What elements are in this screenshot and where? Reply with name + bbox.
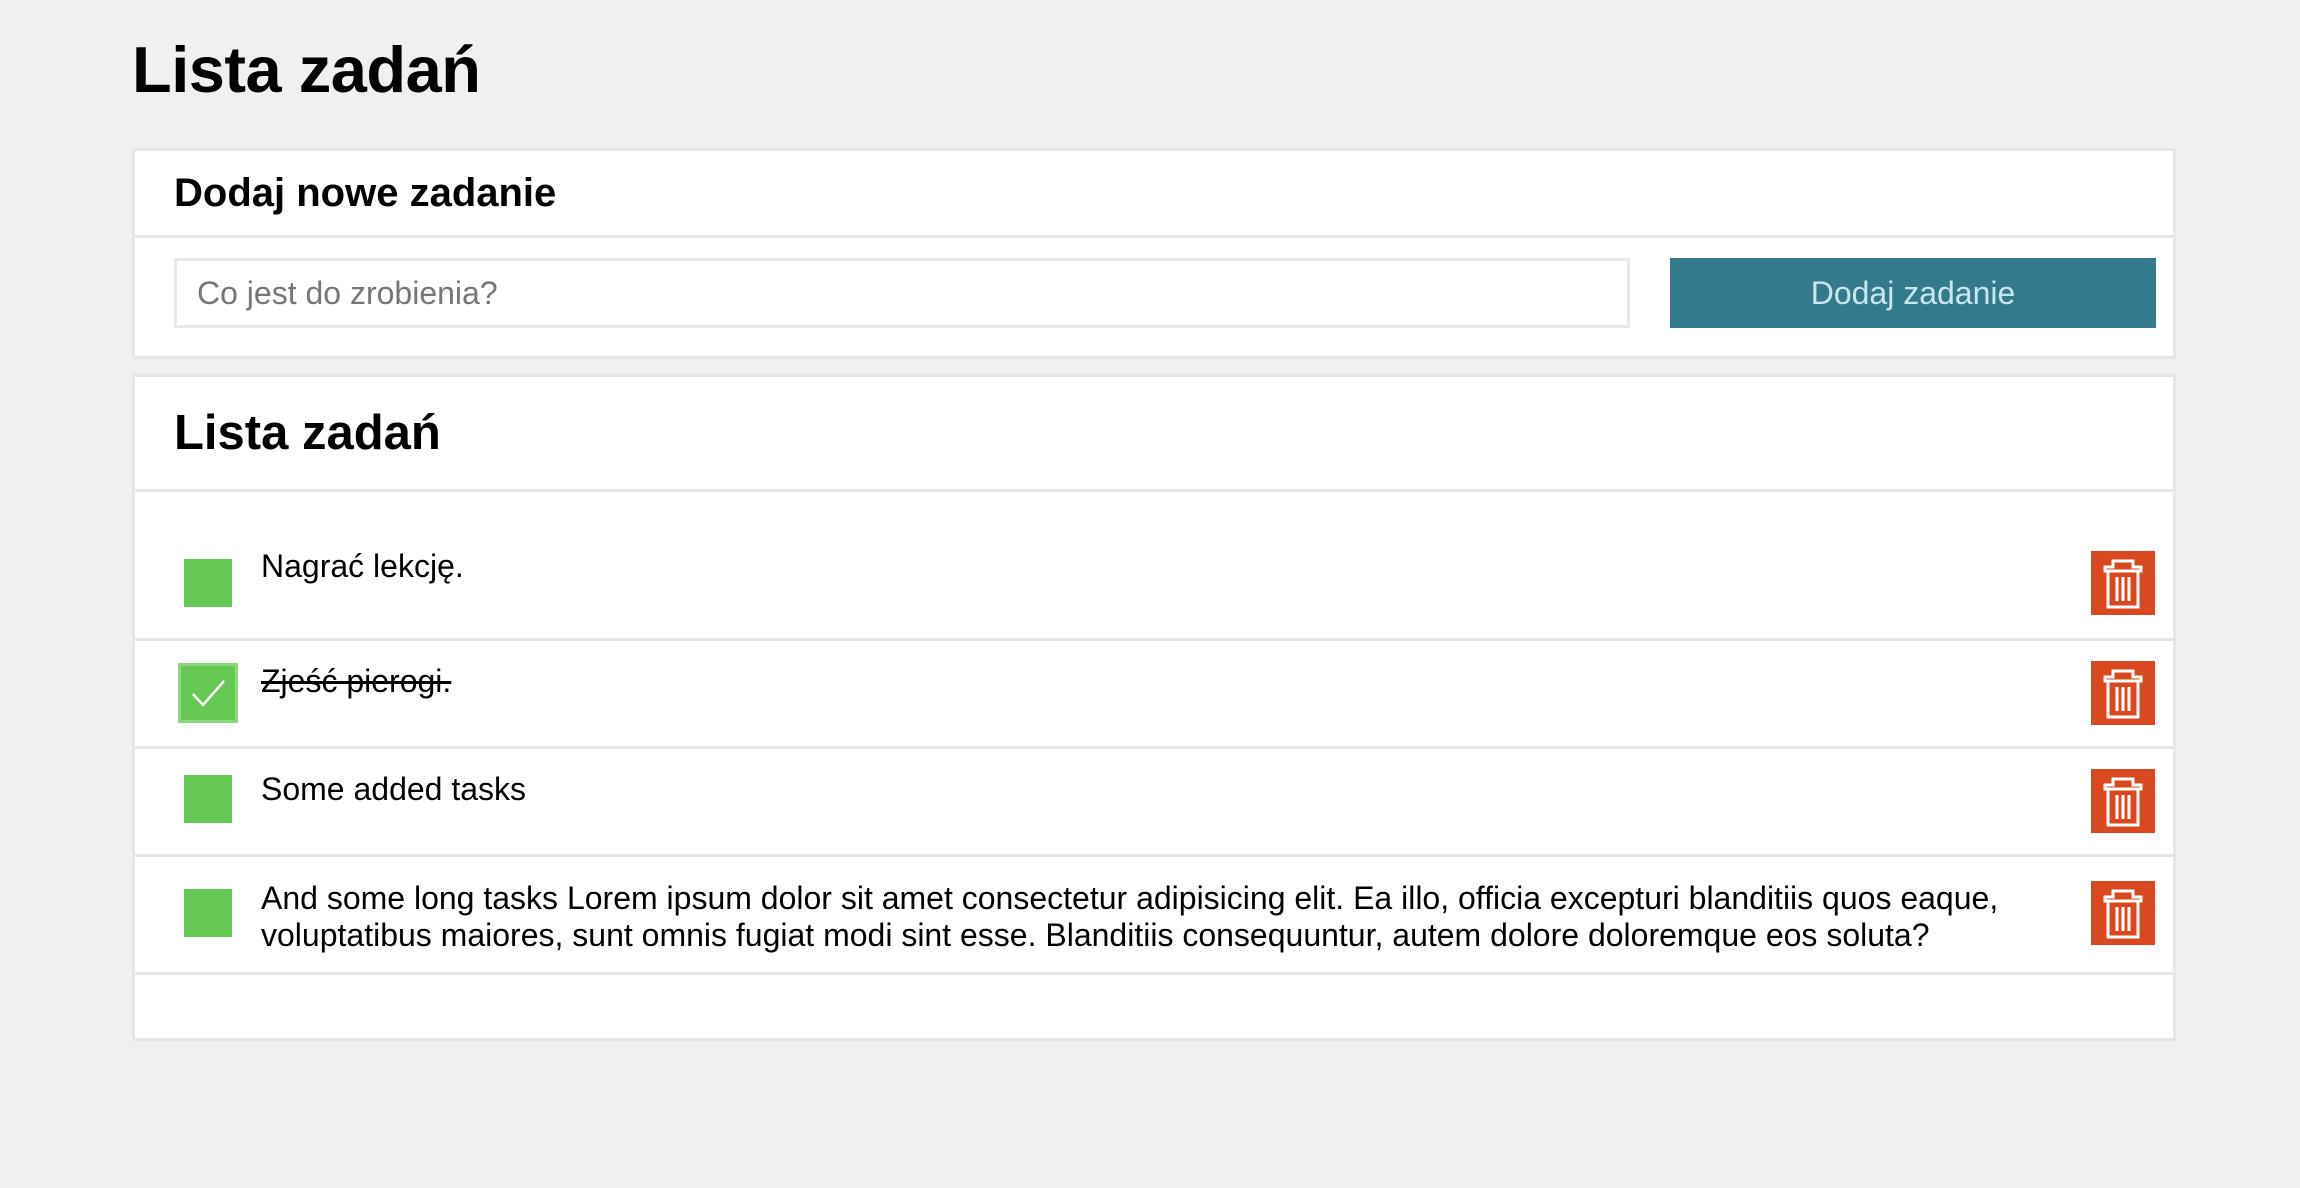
- task-item: And some long tasks Lorem ipsum dolor si…: [135, 857, 2173, 975]
- delete-task-button[interactable]: [2091, 769, 2155, 833]
- task-list-panel: Lista zadań Nagrać lekcję. Zjeść pierogi…: [132, 374, 2176, 1041]
- trash-icon: [2091, 769, 2155, 833]
- new-task-input[interactable]: [174, 258, 1630, 328]
- checkmark-icon: [181, 666, 235, 720]
- task-text: Some added tasks: [261, 771, 527, 807]
- task-checkbox[interactable]: [184, 775, 232, 823]
- app-container: Lista zadań Dodaj nowe zadanie Dodaj zad…: [132, 0, 2176, 1041]
- add-task-heading: Dodaj nowe zadanie: [174, 170, 557, 215]
- trash-icon: [2091, 551, 2155, 615]
- add-task-panel-header: Dodaj nowe zadanie: [135, 151, 2173, 238]
- task-list-panel-header: Lista zadań: [135, 377, 2173, 492]
- task-text: And some long tasks Lorem ipsum dolor si…: [261, 880, 1999, 953]
- task-checkbox[interactable]: [178, 663, 238, 723]
- task-text: Zjeść pierogi.: [261, 663, 452, 699]
- delete-task-button[interactable]: [2091, 881, 2155, 945]
- task-checkbox[interactable]: [184, 559, 232, 607]
- task-checkbox[interactable]: [184, 889, 232, 937]
- task-list-heading: Lista zadań: [174, 406, 441, 460]
- trash-icon: [2091, 881, 2155, 945]
- delete-task-button[interactable]: [2091, 661, 2155, 725]
- add-task-button[interactable]: Dodaj zadanie: [1670, 258, 2156, 328]
- page-title: Lista zadań: [132, 33, 481, 106]
- delete-task-button[interactable]: [2091, 551, 2155, 615]
- task-text: Nagrać lekcję.: [261, 548, 464, 584]
- task-list: Nagrać lekcję. Zjeść pierogi. Some added…: [135, 492, 2173, 975]
- trash-icon: [2091, 661, 2155, 725]
- task-item: Some added tasks: [135, 749, 2173, 857]
- task-item: Nagrać lekcję.: [135, 492, 2173, 641]
- add-task-panel: Dodaj nowe zadanie Dodaj zadanie: [132, 148, 2176, 359]
- task-item: Zjeść pierogi.: [135, 641, 2173, 749]
- add-task-form: Dodaj zadanie: [135, 238, 2173, 356]
